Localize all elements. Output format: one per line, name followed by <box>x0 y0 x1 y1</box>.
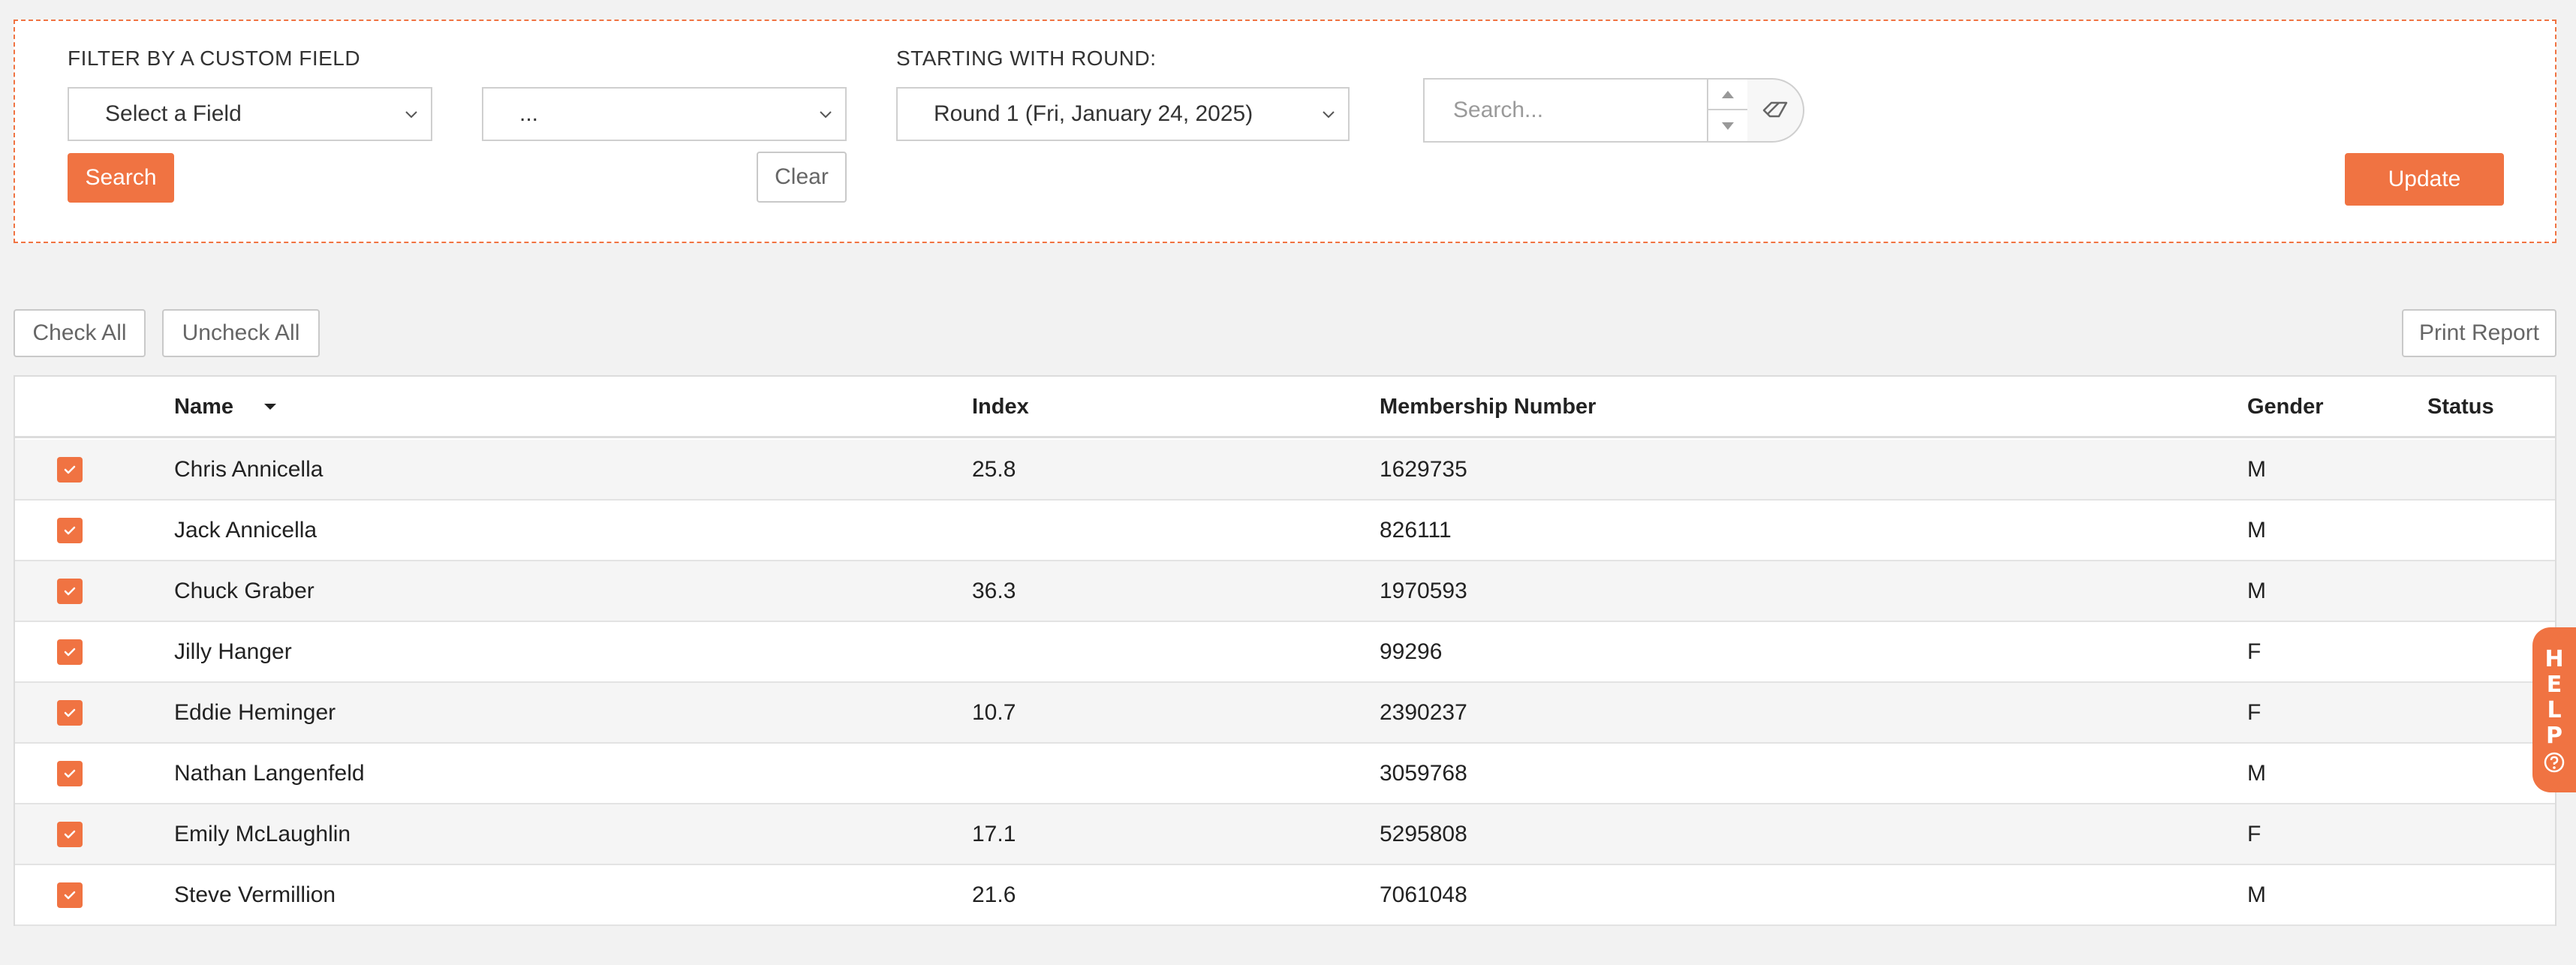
field-value-select[interactable]: ... <box>482 87 847 141</box>
print-report-button[interactable]: Print Report <box>2402 309 2556 357</box>
membership-cell: 1970593 <box>1380 579 1467 603</box>
membership-cell: 3059768 <box>1380 761 1467 786</box>
step-down-button[interactable] <box>1708 110 1747 141</box>
members-table: Name Index Membership Number Gender Stat… <box>14 375 2556 926</box>
field-select-value: Select a Field <box>105 101 242 126</box>
gender-column-header[interactable]: Gender <box>2247 377 2324 437</box>
help-tab[interactable]: H E L P <box>2532 627 2576 792</box>
triangle-up-icon <box>1722 90 1734 98</box>
checkmark-icon <box>64 648 76 657</box>
checkmark-icon <box>64 587 76 596</box>
search-stepper[interactable] <box>1707 78 1749 143</box>
gender-cell: F <box>2247 639 2262 664</box>
checkmark-icon <box>64 708 76 717</box>
gender-cell: M <box>2247 882 2266 907</box>
sort-down-icon <box>264 404 276 410</box>
membership-cell: 7061048 <box>1380 882 1467 907</box>
row-checkbox[interactable] <box>57 457 83 482</box>
row-checkbox[interactable] <box>57 761 83 786</box>
gender-cell: F <box>2247 700 2262 725</box>
help-letter: H <box>2544 646 2564 672</box>
check-all-button[interactable]: Check All <box>14 309 146 357</box>
table-row: Eddie Heminger 10.7 2390237 F <box>15 683 2555 744</box>
help-letter: E <box>2546 672 2562 698</box>
index-cell: 17.1 <box>972 822 1016 846</box>
round-select[interactable]: Round 1 (Fri, January 24, 2025) <box>896 87 1350 141</box>
table-row: Steve Vermillion 21.6 7061048 M <box>15 865 2555 926</box>
question-circle-icon <box>2544 752 2565 773</box>
step-up-button[interactable] <box>1708 80 1747 110</box>
field-select[interactable]: Select a Field <box>68 87 432 141</box>
row-checkbox[interactable] <box>57 579 83 604</box>
chevron-down-icon <box>1323 111 1335 119</box>
gender-cell: M <box>2247 457 2266 482</box>
table-row: Emily McLaughlin 17.1 5295808 F <box>15 804 2555 865</box>
gender-cell: M <box>2247 518 2266 543</box>
gender-cell: M <box>2247 579 2266 603</box>
table-row: Jilly Hanger 99296 F <box>15 622 2555 683</box>
update-button[interactable]: Update <box>2345 153 2504 206</box>
membership-cell: 99296 <box>1380 639 1443 664</box>
index-column-header[interactable]: Index <box>972 377 1029 437</box>
index-cell: 36.3 <box>972 579 1016 603</box>
clear-button[interactable]: Clear <box>757 152 847 203</box>
name-cell: Jilly Hanger <box>174 639 292 664</box>
chevron-down-icon <box>820 111 832 119</box>
name-cell: Chuck Graber <box>174 579 314 603</box>
uncheck-all-button[interactable]: Uncheck All <box>162 309 320 357</box>
checkmark-icon <box>64 526 76 535</box>
checkmark-icon <box>64 769 76 778</box>
search-button[interactable]: Search <box>68 153 174 203</box>
name-column-header[interactable]: Name <box>174 377 277 437</box>
table-row: Chuck Graber 36.3 1970593 M <box>15 561 2555 622</box>
custom-field-label: FILTER BY A CUSTOM FIELD <box>68 47 361 70</box>
eraser-icon <box>1762 101 1788 118</box>
index-cell: 10.7 <box>972 700 1016 725</box>
row-checkbox[interactable] <box>57 822 83 847</box>
help-letter: P <box>2546 723 2562 749</box>
search-input[interactable] <box>1423 78 1708 143</box>
row-checkbox[interactable] <box>57 518 83 543</box>
gender-cell: F <box>2247 822 2262 846</box>
membership-cell: 1629735 <box>1380 457 1467 482</box>
index-cell: 21.6 <box>972 882 1016 907</box>
round-select-value: Round 1 (Fri, January 24, 2025) <box>934 101 1253 126</box>
checkmark-icon <box>64 465 76 474</box>
name-cell: Nathan Langenfeld <box>174 761 365 786</box>
table-row: Jack Annicella 826111 M <box>15 501 2555 561</box>
triangle-down-icon <box>1722 122 1734 130</box>
row-checkbox[interactable] <box>57 639 83 665</box>
checkmark-icon <box>64 830 76 839</box>
field-value-select-value: ... <box>519 101 539 126</box>
status-column-header[interactable]: Status <box>2427 377 2494 437</box>
search-box <box>1423 78 1804 143</box>
chevron-down-icon <box>405 111 417 119</box>
filter-panel: FILTER BY A CUSTOM FIELD Select a Field … <box>14 20 2556 243</box>
row-checkbox[interactable] <box>57 700 83 726</box>
membership-cell: 826111 <box>1380 518 1452 543</box>
name-header-label: Name <box>174 394 233 419</box>
membership-cell: 5295808 <box>1380 822 1467 846</box>
name-cell: Chris Annicella <box>174 457 324 482</box>
checkmark-icon <box>64 891 76 900</box>
membership-column-header[interactable]: Membership Number <box>1380 377 1596 437</box>
table-header: Name Index Membership Number Gender Stat… <box>15 377 2555 438</box>
help-letter: L <box>2547 697 2562 723</box>
name-cell: Steve Vermillion <box>174 882 336 907</box>
name-cell: Jack Annicella <box>174 518 317 543</box>
row-checkbox[interactable] <box>57 882 83 908</box>
membership-cell: 2390237 <box>1380 700 1467 725</box>
name-cell: Eddie Heminger <box>174 700 336 725</box>
table-row: Chris Annicella 25.8 1629735 M <box>15 440 2555 501</box>
round-label: STARTING WITH ROUND: <box>896 47 1157 70</box>
table-row: Nathan Langenfeld 3059768 M <box>15 744 2555 804</box>
name-cell: Emily McLaughlin <box>174 822 351 846</box>
index-cell: 25.8 <box>972 457 1016 482</box>
clear-search-button[interactable] <box>1747 78 1804 143</box>
gender-cell: M <box>2247 761 2266 786</box>
